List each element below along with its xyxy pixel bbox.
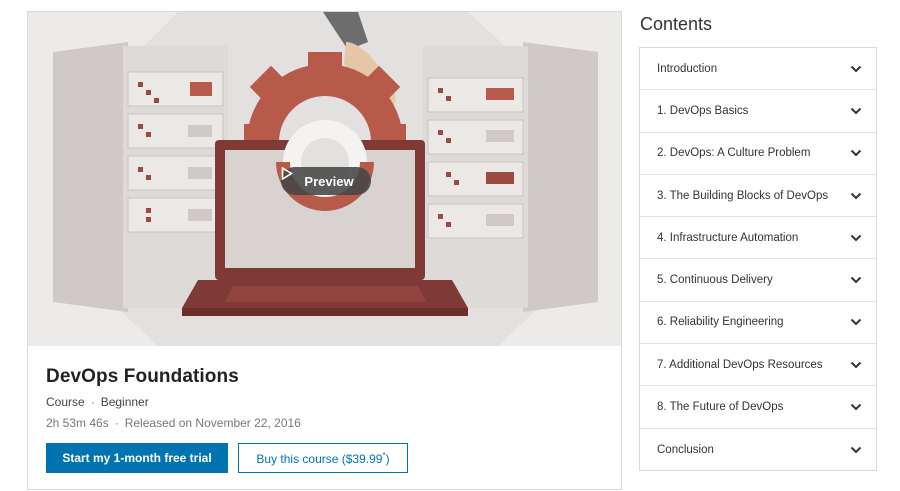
toc-item-label: 1. DevOps Basics [657, 104, 749, 117]
chevron-down-icon [850, 65, 862, 73]
chevron-down-icon [850, 192, 862, 200]
course-info: DevOps Foundations Course · Beginner 2h 53… [46, 366, 606, 430]
free-trial-button[interactable]: Start my 1-month free trial [46, 443, 228, 473]
toc-item-label: 7. Additional DevOps Resources [657, 358, 823, 371]
chevron-down-icon [850, 403, 862, 411]
toc-item[interactable]: 8. The Future of DevOps [640, 386, 876, 429]
toc-item[interactable]: Conclusion [640, 429, 876, 471]
toc-item[interactable]: 4. Infrastructure Automation [640, 217, 876, 260]
buy-label: Buy this course ($39.99 [256, 451, 383, 466]
buy-course-button[interactable]: Buy this course ($39.99*) [238, 443, 408, 473]
toc-item[interactable]: Introduction [640, 48, 876, 91]
chevron-down-icon [850, 276, 862, 284]
toc-item[interactable]: 5. Continuous Delivery [640, 259, 876, 302]
toc-item[interactable]: 7. Additional DevOps Resources [640, 344, 876, 387]
toc-item-label: 2. DevOps: A Culture Problem [657, 147, 811, 160]
toc-item[interactable]: 6. Reliability Engineering [640, 302, 876, 345]
preview-button[interactable]: Preview [281, 167, 371, 195]
separator-dot: · [90, 395, 95, 409]
toc-item-label: 6. Reliability Engineering [657, 316, 784, 329]
left-server-rack [53, 42, 228, 312]
toc-item-label: 3. The Building Blocks of DevOps [657, 189, 829, 202]
chevron-down-icon [850, 234, 862, 242]
separator-dot: · [114, 416, 119, 430]
chevron-down-icon [850, 318, 862, 326]
course-type: Course [46, 395, 85, 409]
toc-item-label: Conclusion [657, 443, 714, 456]
action-buttons: Start my 1-month free trial Buy this cou… [46, 443, 408, 473]
release-date: Released on November 22, 2016 [124, 416, 301, 430]
course-level: Beginner [100, 395, 149, 409]
contents-heading: Contents [640, 14, 713, 34]
contents-list: Introduction 1. DevOps Basics 2. DevOps:… [639, 47, 877, 471]
toc-item-label: 4. Infrastructure Automation [657, 231, 799, 244]
toc-item-label: 5. Continuous Delivery [657, 274, 773, 287]
course-meta: Course · Beginner [46, 395, 606, 409]
toc-item[interactable]: 2. DevOps: A Culture Problem [640, 133, 876, 175]
right-server-rack [423, 42, 598, 312]
course-duration: 2h 53m 46s [46, 416, 109, 430]
chevron-down-icon [850, 361, 862, 369]
chevron-down-icon [850, 149, 862, 157]
course-details: 2h 53m 46s · Released on November 22, 2016 [46, 416, 606, 430]
toc-item[interactable]: 1. DevOps Basics [640, 90, 876, 133]
course-card: Preview DevOps Foundations Course · Beginn… [27, 11, 622, 490]
chevron-down-icon [850, 107, 862, 115]
toc-item-label: 8. The Future of DevOps [657, 401, 784, 414]
course-title: DevOps Foundations [46, 366, 239, 387]
buy-label-close: ) [385, 451, 390, 466]
toc-item[interactable]: 3. The Building Blocks of DevOps [640, 175, 876, 218]
course-thumbnail[interactable]: Preview [28, 12, 621, 346]
chevron-down-icon [850, 446, 862, 454]
preview-label: Preview [304, 173, 354, 189]
toc-item-label: Introduction [657, 62, 718, 75]
